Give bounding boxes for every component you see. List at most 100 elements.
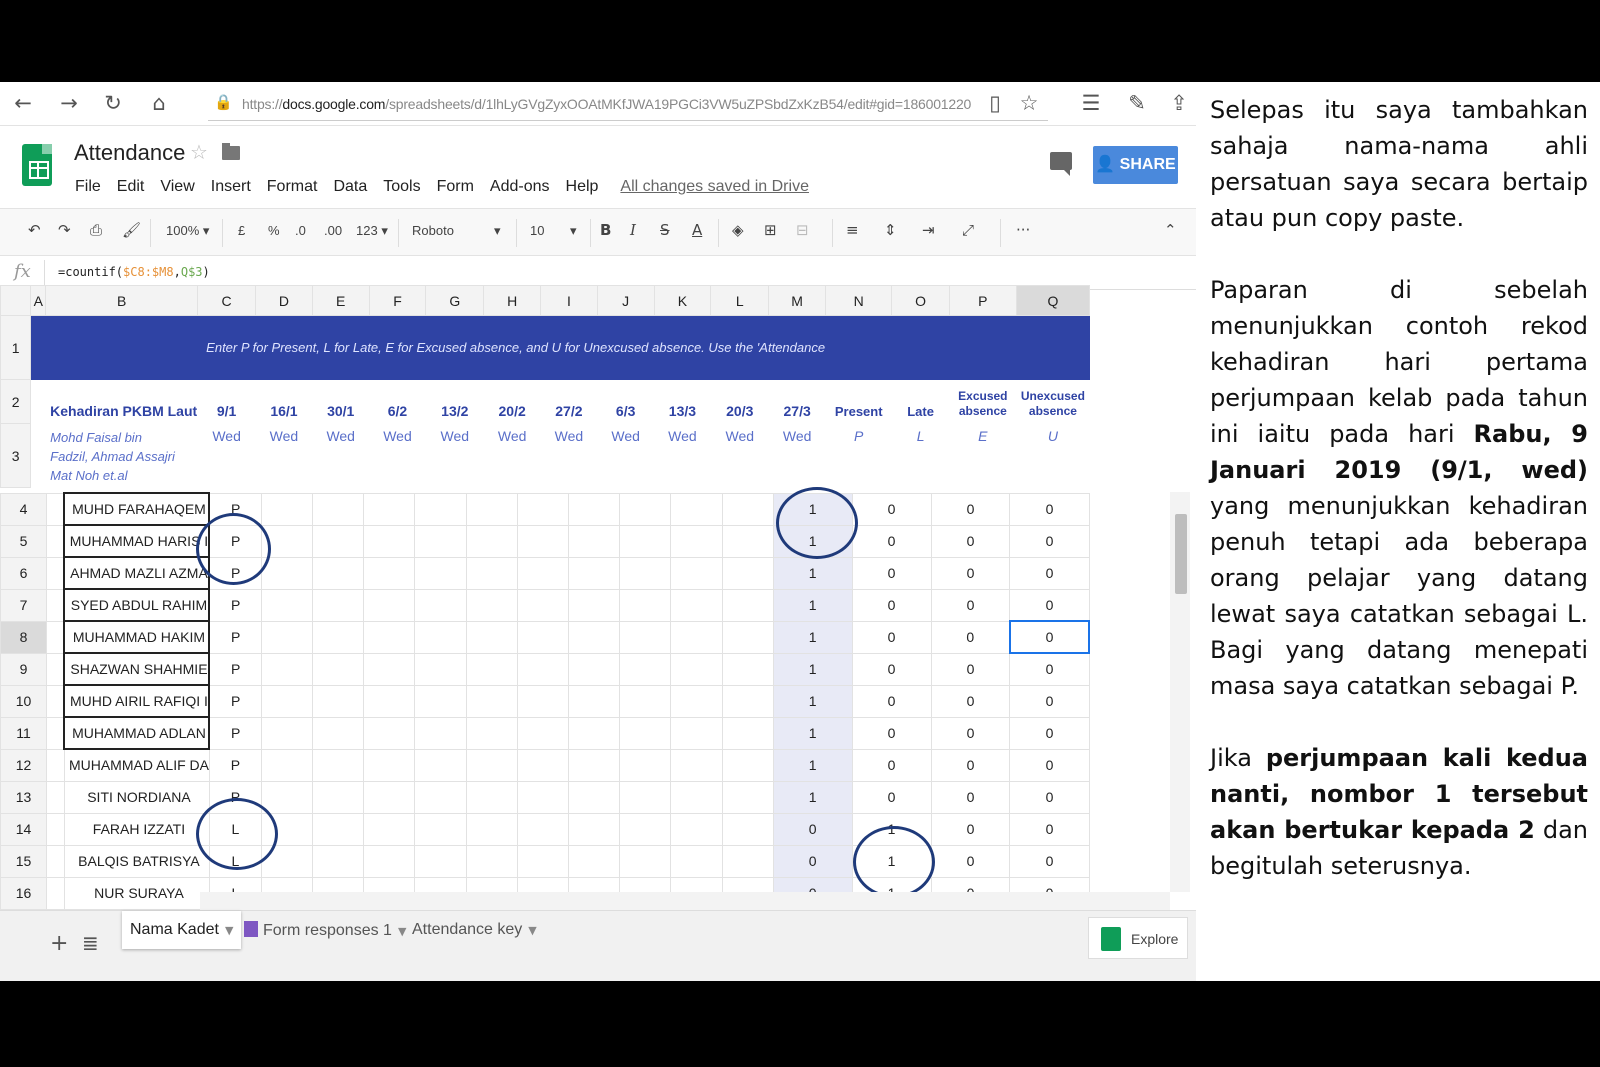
present-count[interactable]: 0 bbox=[772, 812, 853, 846]
column-header[interactable]: M bbox=[768, 285, 827, 316]
cell[interactable] bbox=[465, 620, 518, 654]
cell[interactable] bbox=[618, 620, 671, 654]
cell[interactable] bbox=[567, 620, 620, 654]
home-icon[interactable]: ⌂ bbox=[146, 90, 172, 116]
unexcused-count[interactable]: 0 bbox=[1009, 780, 1090, 814]
cell[interactable] bbox=[311, 588, 364, 622]
excused-count[interactable]: 0 bbox=[930, 652, 1011, 686]
cell[interactable] bbox=[45, 652, 65, 686]
cell[interactable] bbox=[669, 524, 723, 558]
student-name[interactable]: MUHAMMAD HAKIM bbox=[63, 620, 211, 654]
zoom-select[interactable]: 100% ▾ bbox=[166, 223, 209, 239]
day-label[interactable]: Wed bbox=[653, 423, 712, 488]
cell[interactable] bbox=[30, 423, 47, 488]
date-header[interactable]: 16/1 bbox=[255, 379, 313, 424]
cell[interactable] bbox=[413, 844, 467, 878]
menu-tools[interactable]: Tools bbox=[383, 178, 420, 196]
cell[interactable] bbox=[567, 588, 620, 622]
cell[interactable] bbox=[362, 524, 415, 558]
cell[interactable] bbox=[260, 588, 313, 622]
excused-count[interactable]: 0 bbox=[930, 748, 1011, 782]
cell[interactable] bbox=[465, 588, 518, 622]
cell[interactable] bbox=[413, 684, 467, 718]
cell[interactable] bbox=[362, 684, 415, 718]
excused-count[interactable]: 0 bbox=[930, 844, 1011, 878]
cell[interactable] bbox=[30, 379, 47, 424]
cell[interactable] bbox=[413, 492, 467, 526]
document-title[interactable]: Attendance bbox=[74, 140, 185, 166]
paint-format-icon[interactable]: 🖌 bbox=[122, 221, 141, 239]
row-header[interactable]: 11 bbox=[0, 716, 47, 750]
row-header[interactable]: 14 bbox=[0, 812, 47, 846]
cell[interactable] bbox=[362, 780, 415, 814]
column-header[interactable]: G bbox=[425, 285, 485, 316]
cell[interactable] bbox=[618, 652, 671, 686]
cell[interactable] bbox=[311, 844, 364, 878]
cell[interactable] bbox=[516, 652, 569, 686]
cell[interactable] bbox=[516, 492, 569, 526]
attendance-mark[interactable]: P bbox=[208, 716, 262, 750]
scroll-thumb[interactable] bbox=[1175, 514, 1187, 594]
summary-code[interactable]: L bbox=[891, 423, 950, 488]
student-name[interactable]: BALQIS BATRISYA bbox=[63, 844, 210, 878]
excused-count[interactable]: 0 bbox=[930, 716, 1011, 750]
cell[interactable] bbox=[311, 492, 364, 526]
day-label[interactable]: Wed bbox=[197, 423, 257, 488]
cell[interactable] bbox=[567, 492, 620, 526]
column-header[interactable]: P bbox=[948, 285, 1017, 316]
column-header[interactable]: B bbox=[45, 285, 199, 316]
cell[interactable] bbox=[618, 780, 671, 814]
row-header[interactable]: 8 bbox=[0, 620, 47, 654]
late-count[interactable]: 0 bbox=[851, 556, 932, 590]
cell[interactable] bbox=[311, 620, 364, 654]
sheet-header-title[interactable]: Kehadiran PKBM Laut bbox=[45, 379, 199, 424]
horizontal-align-icon[interactable]: ≡ bbox=[846, 221, 859, 239]
student-name[interactable]: MUHD FARAHAQEM bbox=[63, 492, 211, 526]
cell[interactable] bbox=[362, 748, 415, 782]
unexcused-count[interactable]: 0 bbox=[1009, 812, 1090, 846]
cell[interactable] bbox=[567, 844, 620, 878]
cell[interactable] bbox=[413, 716, 467, 750]
cell[interactable] bbox=[465, 716, 518, 750]
teachers-cell[interactable]: Mohd Faisal bin Fadzil, Ahmad Assajri Mat … bbox=[45, 423, 199, 488]
cell[interactable] bbox=[721, 588, 774, 622]
unexcused-count[interactable]: 0 bbox=[1009, 492, 1090, 526]
cell[interactable] bbox=[413, 780, 467, 814]
cell[interactable] bbox=[618, 524, 671, 558]
cell[interactable] bbox=[311, 812, 364, 846]
excused-count[interactable]: 0 bbox=[930, 780, 1011, 814]
student-name[interactable]: SITI NORDIANA bbox=[63, 780, 210, 814]
menu-help[interactable]: Help bbox=[566, 178, 599, 196]
undo-icon[interactable]: ↶ bbox=[28, 221, 41, 239]
row-header[interactable]: 4 bbox=[0, 492, 47, 526]
date-header[interactable]: 6/2 bbox=[368, 379, 427, 424]
column-header[interactable]: C bbox=[197, 285, 257, 316]
cell[interactable] bbox=[567, 684, 620, 718]
cell[interactable] bbox=[413, 524, 467, 558]
cell[interactable] bbox=[516, 844, 569, 878]
number-format-select[interactable]: 123 ▾ bbox=[356, 223, 388, 239]
row-header[interactable]: 13 bbox=[0, 780, 47, 814]
cell[interactable] bbox=[669, 716, 723, 750]
summary-code[interactable]: P bbox=[825, 423, 893, 488]
tab-attendance-key[interactable]: Attendance key ▼ bbox=[404, 911, 545, 949]
cell[interactable] bbox=[465, 524, 518, 558]
share-button[interactable]: 👤 SHARE bbox=[1093, 146, 1178, 184]
summary-header[interactable]: Present bbox=[825, 379, 893, 424]
row-header[interactable]: 16 bbox=[0, 876, 47, 910]
menu-edit[interactable]: Edit bbox=[117, 178, 145, 196]
column-header[interactable]: I bbox=[540, 285, 598, 316]
cell[interactable] bbox=[567, 524, 620, 558]
excused-count[interactable]: 0 bbox=[930, 812, 1011, 846]
cell[interactable] bbox=[721, 620, 774, 654]
cell[interactable] bbox=[516, 716, 569, 750]
cell[interactable] bbox=[362, 620, 415, 654]
text-rotation-icon[interactable]: ⤢ bbox=[962, 221, 974, 239]
cell[interactable] bbox=[362, 812, 415, 846]
cell[interactable] bbox=[413, 748, 467, 782]
late-count[interactable]: 0 bbox=[851, 684, 932, 718]
cell[interactable] bbox=[669, 492, 723, 526]
reload-icon[interactable]: ↻ bbox=[100, 90, 126, 116]
cell[interactable] bbox=[669, 780, 723, 814]
decrease-decimal-button[interactable]: .0 bbox=[295, 223, 306, 238]
